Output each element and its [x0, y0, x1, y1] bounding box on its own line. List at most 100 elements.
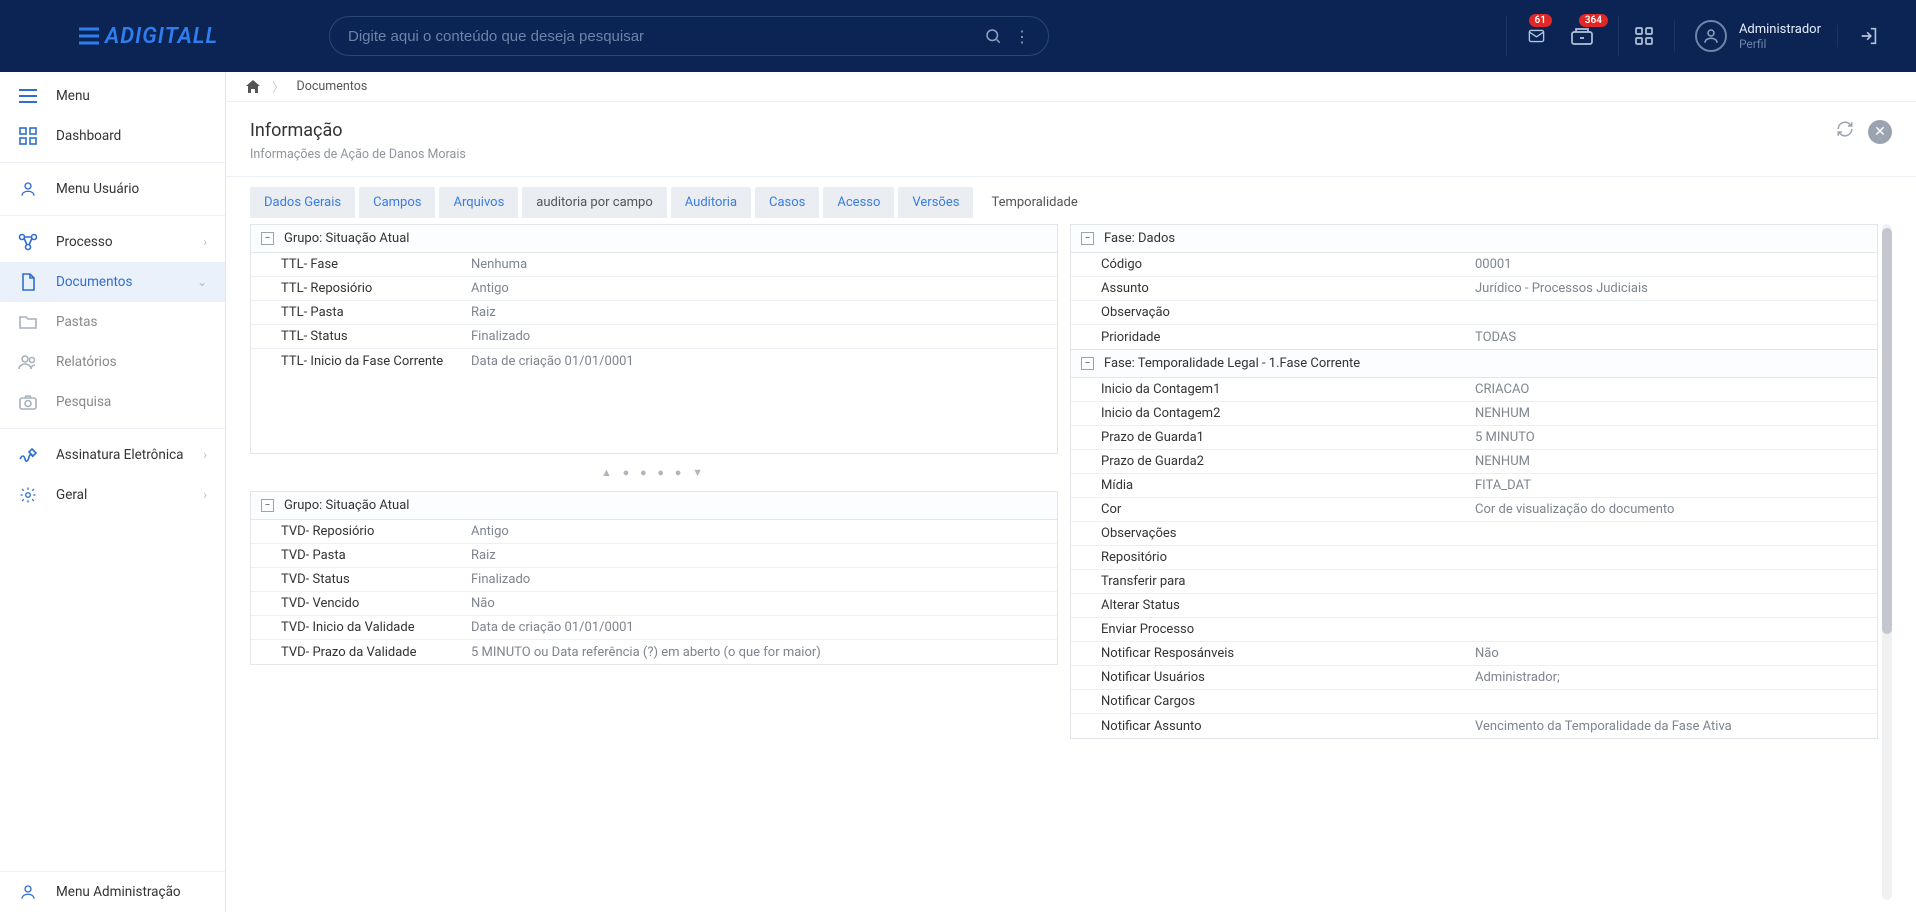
sidebar-item-menu-usuario[interactable]: Menu Usuário	[0, 169, 225, 209]
row-value: FITA_DAT	[1465, 475, 1877, 496]
row-value: 5 MINUTO	[1465, 427, 1877, 448]
breadcrumb: 〉 Documentos	[226, 72, 1916, 102]
logo[interactable]: ADIGITALL	[0, 0, 297, 72]
sidebar-item-menu-admin[interactable]: Menu Administração	[0, 872, 225, 912]
mail-button[interactable]: 61	[1506, 16, 1546, 56]
data-row: Transferir para	[1071, 570, 1877, 594]
user-name: Administrador	[1739, 22, 1821, 37]
row-label: Prazo de Guarda1	[1071, 427, 1465, 448]
content-area: 〉 Documentos Informação Informações de A…	[226, 72, 1916, 912]
data-row: AssuntoJurídico - Processos Judiciais	[1071, 277, 1877, 301]
row-label: Cor	[1071, 499, 1465, 520]
collapse-icon[interactable]: −	[1081, 232, 1094, 245]
sidebar-item-documentos[interactable]: Documentos ⌄	[0, 262, 225, 302]
tab-auditoria[interactable]: Auditoria	[671, 187, 751, 218]
apps-button[interactable]	[1618, 16, 1658, 56]
search-icon[interactable]	[984, 27, 1002, 45]
data-row: TVD- Inicio da ValidadeData de criação 0…	[251, 616, 1057, 640]
data-row: TVD- StatusFinalizado	[251, 568, 1057, 592]
tab-acesso[interactable]: Acesso	[823, 187, 894, 218]
row-label: Notificar Cargos	[1071, 691, 1465, 712]
camera-icon	[18, 395, 38, 410]
row-label: TVD- Prazo da Validade	[251, 642, 461, 663]
row-label: Repositório	[1071, 547, 1465, 568]
row-value	[1465, 555, 1877, 561]
data-row: TTL- PastaRaiz	[251, 301, 1057, 325]
archive-button[interactable]: 364	[1562, 16, 1602, 56]
sidebar-item-menu[interactable]: Menu	[0, 76, 225, 116]
archive-badge: 364	[1579, 14, 1608, 27]
folder-icon	[18, 314, 38, 330]
row-value: Finalizado	[461, 569, 1057, 590]
scrollbar[interactable]	[1882, 224, 1892, 900]
row-value: Vencimento da Temporalidade da Fase Ativ…	[1465, 716, 1877, 737]
user-menu[interactable]: Administrador Perfil	[1674, 20, 1821, 52]
row-value	[1465, 603, 1877, 609]
chevron-down-icon: ⌄	[197, 275, 207, 289]
tab-dados-gerais[interactable]: Dados Gerais	[250, 187, 355, 218]
data-row: PrioridadeTODAS	[1071, 325, 1877, 349]
sidebar-item-relatorios[interactable]: Relatórios	[0, 342, 225, 382]
sidebar-item-processo[interactable]: Processo ›	[0, 222, 225, 262]
tabs: Dados Gerais Campos Arquivos auditoria p…	[226, 177, 1916, 218]
data-row: Prazo de Guarda15 MINUTO	[1071, 426, 1877, 450]
tab-arquivos[interactable]: Arquivos	[439, 187, 518, 218]
group-title: Grupo: Situação Atual	[284, 498, 409, 513]
hamburger-icon	[18, 89, 38, 103]
chevron-right-icon: ›	[203, 488, 207, 502]
row-label: TVD- Reposiório	[251, 521, 461, 542]
row-label: TTL- Reposiório	[251, 278, 461, 299]
splitter-handle[interactable]: ▲ ● ● ● ● ▼	[250, 464, 1058, 481]
tab-casos[interactable]: Casos	[755, 187, 819, 218]
row-value: Não	[461, 593, 1057, 614]
row-label: Notificar Resposánveis	[1071, 643, 1465, 664]
row-label: Transferir para	[1071, 571, 1465, 592]
search-box[interactable]: ⋮	[329, 16, 1049, 56]
row-value	[1465, 310, 1877, 316]
collapse-icon[interactable]: −	[261, 499, 274, 512]
row-label: Enviar Processo	[1071, 619, 1465, 640]
data-row: TVD- Prazo da Validade5 MINUTO ou Data r…	[251, 640, 1057, 664]
close-button[interactable]: ✕	[1868, 120, 1892, 144]
row-label: TTL- Status	[251, 326, 461, 347]
mail-badge: 61	[1529, 14, 1552, 27]
row-value	[1465, 627, 1877, 633]
logout-button[interactable]	[1837, 25, 1892, 47]
sidebar-item-dashboard[interactable]: Dashboard	[0, 116, 225, 156]
tab-temporalidade[interactable]: Temporalidade	[977, 187, 1091, 218]
row-label: Inicio da Contagem2	[1071, 403, 1465, 424]
data-row: Alterar Status	[1071, 594, 1877, 618]
data-row: TTL- ReposiórioAntigo	[251, 277, 1057, 301]
header-actions: 61 364 Administrador Perfil	[1506, 16, 1916, 56]
tab-versoes[interactable]: Versões	[898, 187, 973, 218]
row-value	[1465, 531, 1877, 537]
group-fase-dados: − Fase: Dados Código00001AssuntoJurídico…	[1070, 224, 1878, 350]
row-label: TVD- Inicio da Validade	[251, 617, 461, 638]
tab-campos[interactable]: Campos	[359, 187, 435, 218]
hamburger-logo-icon	[79, 25, 101, 47]
sidebar-item-assinatura[interactable]: Assinatura Eletrônica ›	[0, 435, 225, 475]
collapse-icon[interactable]: −	[1081, 357, 1094, 370]
search-input[interactable]	[348, 28, 984, 45]
row-label: Prioridade	[1071, 327, 1465, 348]
breadcrumb-item[interactable]: Documentos	[297, 79, 368, 94]
row-value: Raiz	[461, 545, 1057, 566]
refresh-button[interactable]	[1836, 120, 1854, 144]
group-situacao-atual-2: − Grupo: Situação Atual TVD- ReposiórioA…	[250, 491, 1058, 665]
tab-auditoria-campo[interactable]: auditoria por campo	[522, 187, 666, 218]
more-icon[interactable]: ⋮	[1014, 27, 1030, 46]
data-row: TVD- ReposiórioAntigo	[251, 520, 1057, 544]
user-icon	[18, 180, 38, 198]
users-icon	[18, 354, 38, 370]
data-row: Inicio da Contagem1CRIACAO	[1071, 378, 1877, 402]
home-icon[interactable]	[246, 80, 260, 93]
data-row: TTL- Inicio da Fase CorrenteData de cria…	[251, 349, 1057, 373]
data-row: Notificar Cargos	[1071, 690, 1877, 714]
row-value: NENHUM	[1465, 451, 1877, 472]
collapse-icon[interactable]: −	[261, 232, 274, 245]
sidebar-item-pastas[interactable]: Pastas	[0, 302, 225, 342]
sidebar-item-pesquisa[interactable]: Pesquisa	[0, 382, 225, 422]
top-header: ADIGITALL ⋮ 61 364	[0, 0, 1916, 72]
signature-icon	[18, 447, 38, 463]
sidebar-item-geral[interactable]: Geral ›	[0, 475, 225, 515]
